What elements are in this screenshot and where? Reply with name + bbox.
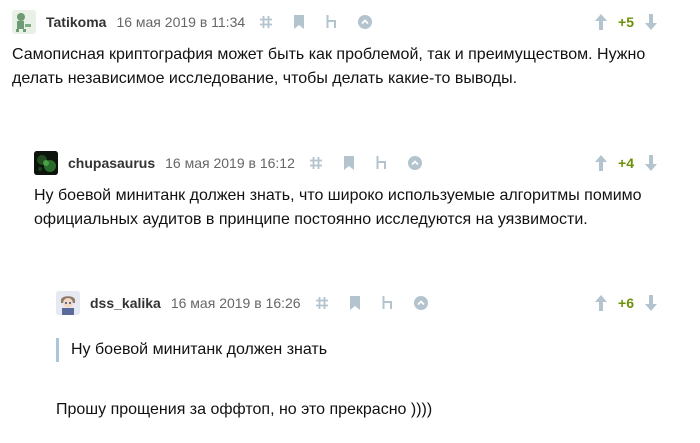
username[interactable]: chupasaurus [68,155,155,171]
avatar[interactable] [12,10,36,34]
vote-panel: +4 [594,151,658,175]
comment-actions [259,15,391,29]
comment-score: +4 [618,155,634,171]
vote-down-icon[interactable] [644,294,658,312]
vote-up-icon[interactable] [594,294,608,312]
comment-text: Прошу прощения за оффтоп, но это прекрас… [56,401,433,418]
parent-icon[interactable] [375,156,389,170]
avatar[interactable] [56,291,80,315]
comment-date[interactable]: 16 мая 2019 в 11:34 [116,14,245,30]
collapse-icon[interactable] [358,15,373,29]
vote-up-icon[interactable] [594,13,608,31]
comment-actions [309,156,441,170]
collapse-icon[interactable] [413,296,428,310]
comment-header: dss_kalika 16 мая 2019 в 16:26 [56,291,447,315]
vote-up-icon[interactable] [594,154,608,172]
vote-panel: +6 [594,291,658,315]
username[interactable]: Tatikoma [46,14,106,30]
comment-header: Tatikoma 16 мая 2019 в 11:34 [12,10,391,34]
bookmark-icon[interactable] [348,296,362,310]
parent-icon[interactable] [325,15,339,29]
bookmark-icon[interactable] [342,156,356,170]
hash-icon[interactable] [259,15,273,29]
comment-score: +6 [618,295,634,311]
comment-date[interactable]: 16 мая 2019 в 16:12 [165,155,295,171]
comment-score: +5 [618,14,634,30]
bookmark-icon[interactable] [292,15,306,29]
vote-down-icon[interactable] [644,154,658,172]
avatar[interactable] [34,151,58,175]
blockquote: Ну боевой минитанк должен знать [56,338,631,362]
vote-down-icon[interactable] [644,13,658,31]
comment-text: Ну боевой минитанк должен знать, что шир… [34,187,642,228]
comment-text: Самописная криптография может быть как п… [12,46,646,87]
hash-icon[interactable] [315,296,329,310]
collapse-icon[interactable] [407,156,422,170]
comment-header: chupasaurus 16 мая 2019 в 16:12 [34,151,441,175]
vote-panel: +5 [594,10,658,34]
comment-date[interactable]: 16 мая 2019 в 16:26 [171,295,301,311]
parent-icon[interactable] [381,296,395,310]
username[interactable]: dss_kalika [90,295,161,311]
comment-actions [315,296,447,310]
hash-icon[interactable] [309,156,323,170]
